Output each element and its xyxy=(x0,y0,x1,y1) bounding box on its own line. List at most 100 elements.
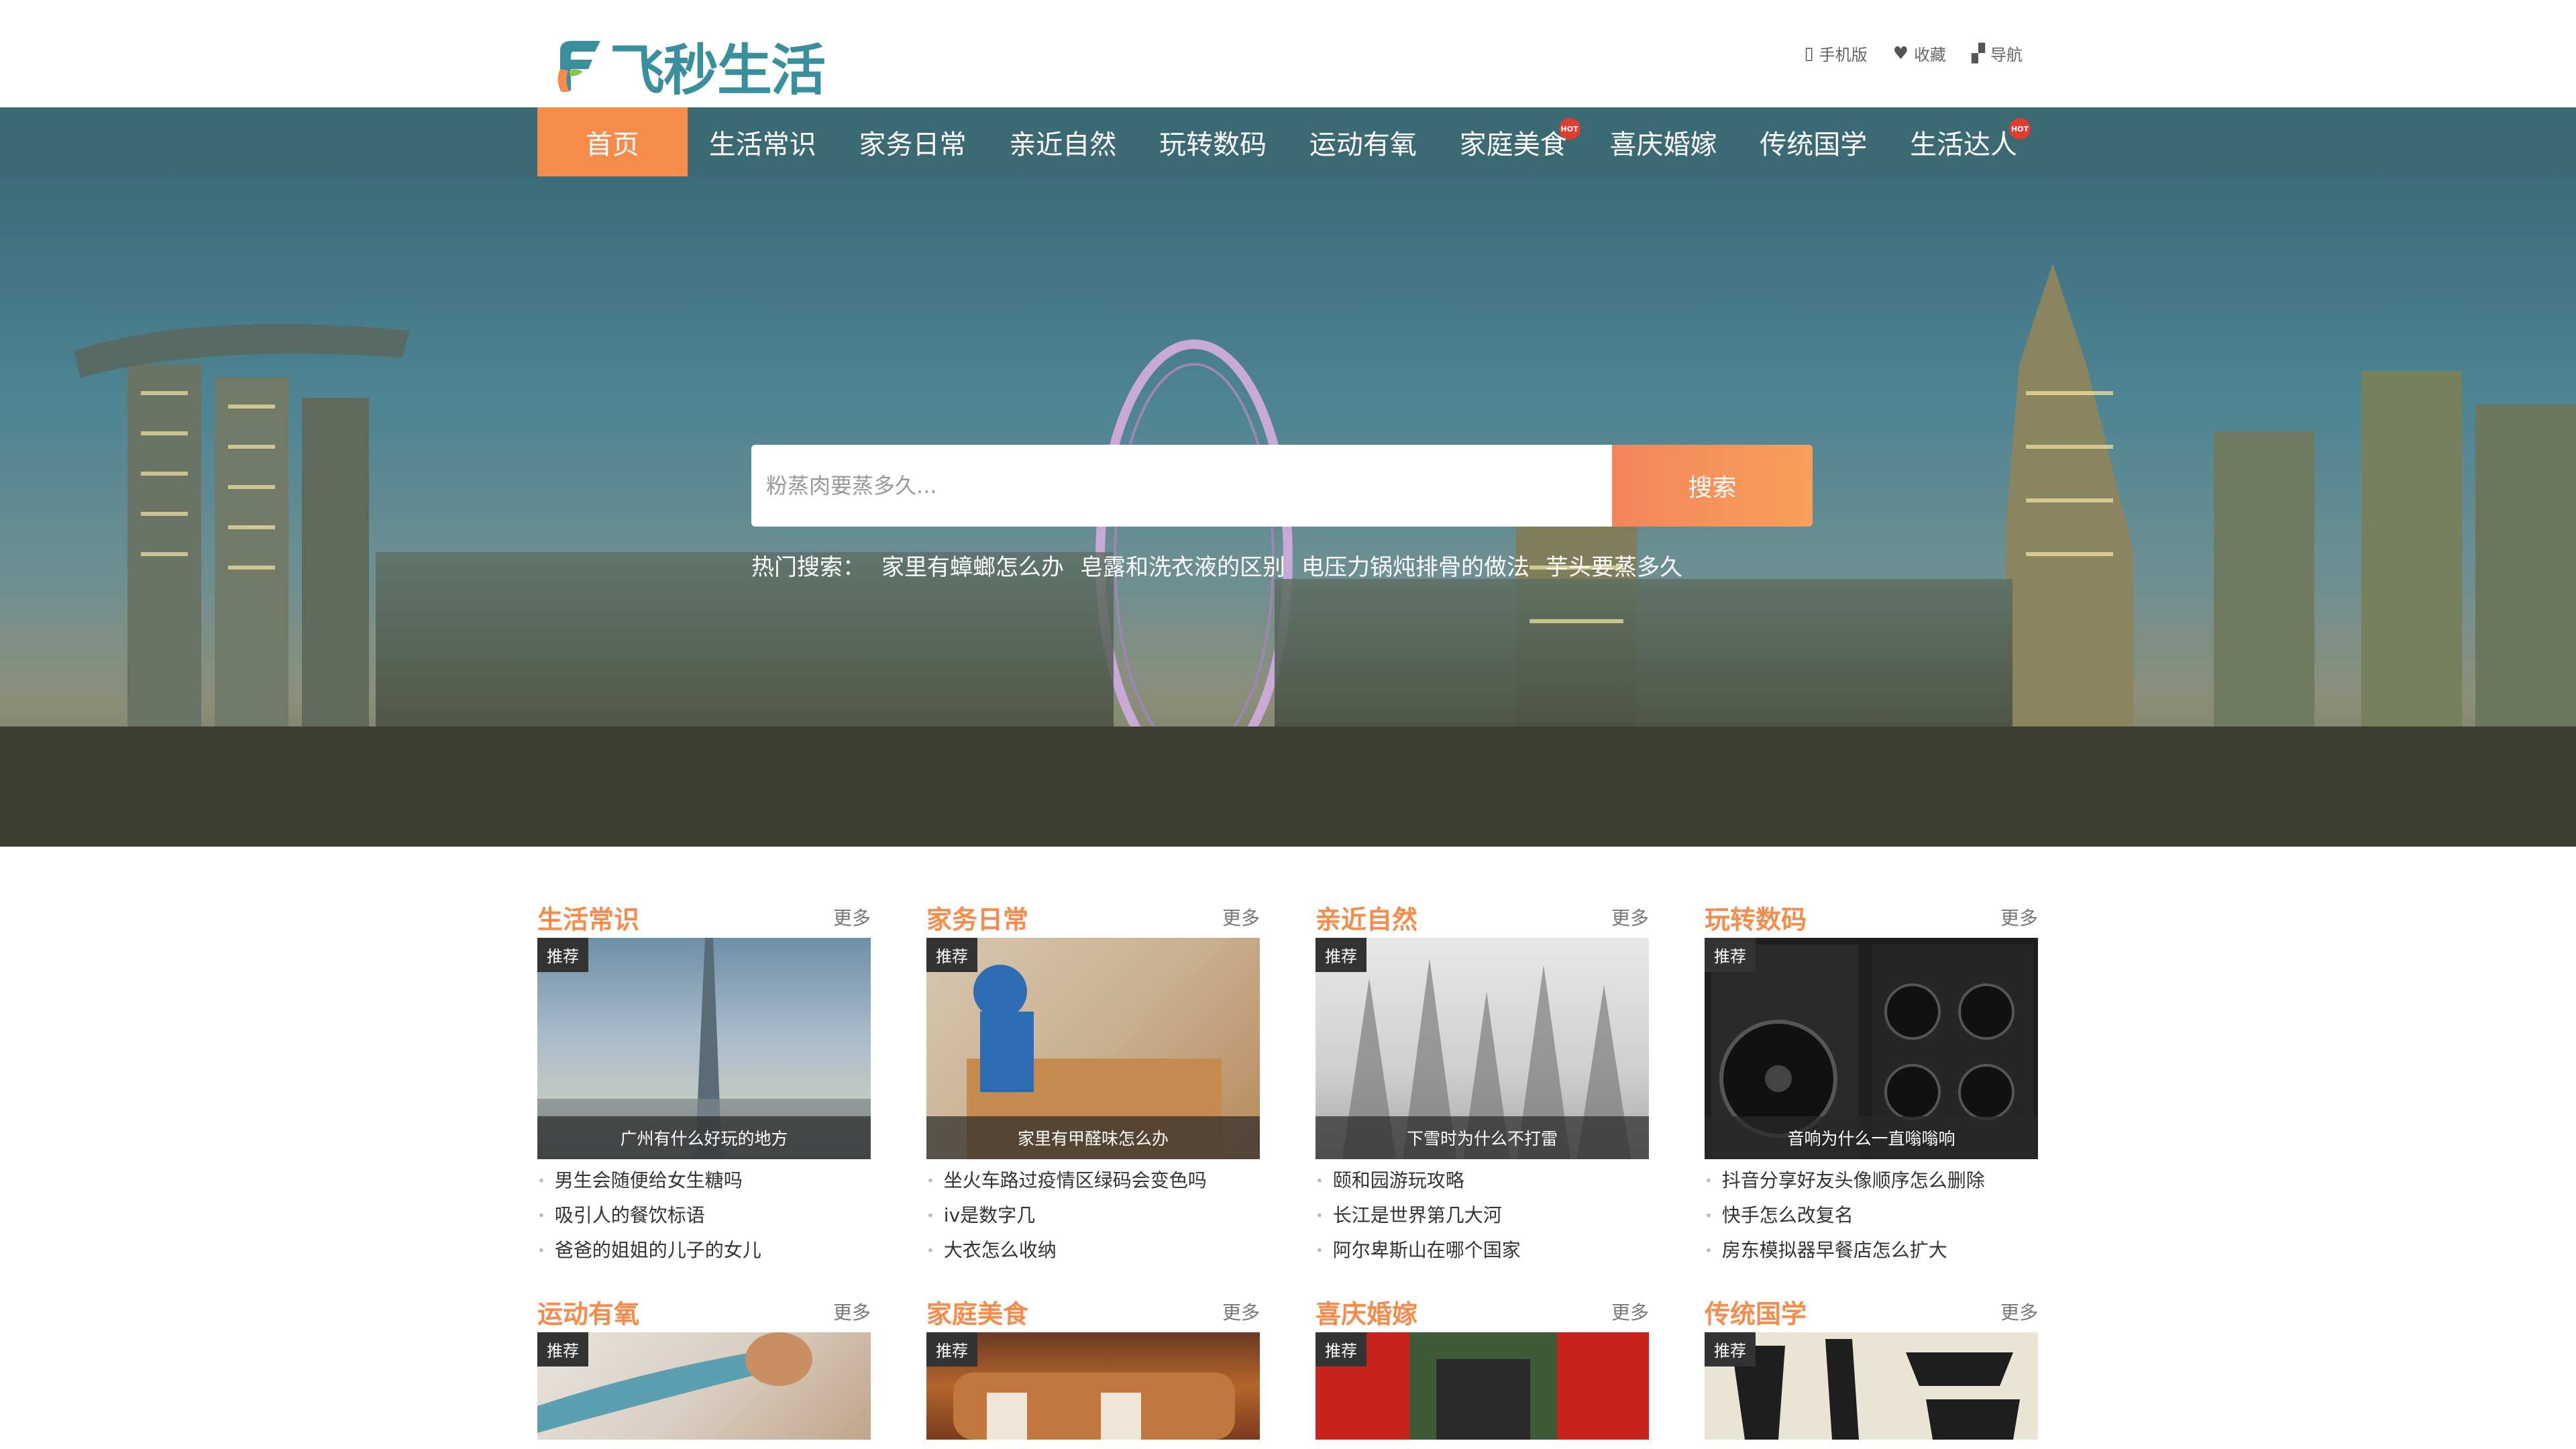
more-link[interactable]: 更多 xyxy=(833,904,871,930)
nav-item-home[interactable]: 首页 xyxy=(537,107,688,176)
list-item-text: 大衣怎么收纳 xyxy=(943,1239,1057,1261)
card-image[interactable]: 推荐 广州有什么好玩的地方 xyxy=(537,938,871,1159)
list-item[interactable]: • 爸爸的姐姐的儿子的女儿 xyxy=(537,1233,871,1268)
nav-item-expert[interactable]: 生活达人 HOT xyxy=(1888,107,2039,176)
list-item[interactable]: • 坐火车路过疫情区绿码会变色吗 xyxy=(926,1163,1260,1198)
list-item-text: 房东模拟器早餐店怎么扩大 xyxy=(1721,1239,1947,1261)
list-item-text: 颐和园游玩攻略 xyxy=(1332,1169,1464,1191)
list-item-text: 抖音分享好友头像顺序怎么删除 xyxy=(1721,1169,1985,1191)
recommend-badge: 推荐 xyxy=(537,1332,588,1366)
more-link[interactable]: 更多 xyxy=(2000,1298,2038,1325)
nav-item-wedding[interactable]: 喜庆婚嫁 xyxy=(1589,107,1739,176)
nav-item-sports[interactable]: 运动有氧 xyxy=(1288,107,1438,176)
card-title[interactable]: 亲近自然 xyxy=(1316,899,1417,936)
list-item[interactable]: • 吸引人的餐饮标语 xyxy=(537,1198,871,1233)
favorite-link[interactable]: ♥ 收藏 xyxy=(1893,42,1946,65)
mobile-icon: ▯ xyxy=(1804,43,1814,64)
search-input[interactable]: 粉蒸肉要蒸多久... xyxy=(751,445,1612,527)
list-item-text: 坐火车路过疫情区绿码会变色吗 xyxy=(943,1169,1207,1191)
hot-search-term[interactable]: 皂露和洗衣液的区别 xyxy=(1080,549,1285,582)
card-image[interactable]: 推荐 音响为什么一直嗡嗡响 xyxy=(1705,938,2038,1159)
list-item[interactable]: • iv是数字几 xyxy=(926,1198,1260,1233)
list-item[interactable]: • 快手怎么改复名 xyxy=(1705,1198,2038,1233)
nav-item-food[interactable]: 家庭美食 HOT xyxy=(1438,107,1589,176)
card-image[interactable]: 推荐 xyxy=(537,1332,871,1440)
recommend-badge: 推荐 xyxy=(1316,938,1366,972)
nav-grid-icon: ▞ xyxy=(1972,43,1985,64)
bullet-icon: • xyxy=(926,1173,934,1189)
article-list: • 抖音分享好友头像顺序怎么删除 • 快手怎么改复名 • 房东模拟器早餐店怎么扩大 xyxy=(1705,1163,2038,1268)
recommend-badge: 推荐 xyxy=(1705,1332,1756,1366)
hot-badge: HOT xyxy=(2008,118,2031,140)
image-caption[interactable]: 音响为什么一直嗡嗡响 xyxy=(1705,1116,2038,1159)
bullet-icon: • xyxy=(926,1242,934,1258)
category-card-food: 家庭美食 更多 推荐 xyxy=(926,1293,1260,1440)
list-item-text: 快手怎么改复名 xyxy=(1721,1204,1854,1226)
category-card-nature: 亲近自然 更多 推荐 下雪时为什么不打雷 • 颐和园游玩攻略 • 长江是世界第几… xyxy=(1316,899,1649,1268)
recommend-badge: 推荐 xyxy=(1705,938,1756,972)
recommend-badge: 推荐 xyxy=(926,1332,977,1366)
nav-label: 家庭美食 xyxy=(1459,129,1567,160)
article-list: • 坐火车路过疫情区绿码会变色吗 • iv是数字几 • 大衣怎么收纳 xyxy=(926,1163,1260,1268)
more-link[interactable]: 更多 xyxy=(833,1298,871,1325)
more-link[interactable]: 更多 xyxy=(2000,904,2038,930)
more-link[interactable]: 更多 xyxy=(1611,1298,1649,1325)
hot-badge: HOT xyxy=(1558,118,1580,140)
category-card-digital: 玩转数码 更多 推荐 音响为什么一直嗡嗡响 • 抖音分享好友头像顺序怎么删除 •… xyxy=(1705,899,2038,1268)
card-image[interactable]: 推荐 xyxy=(1316,1332,1649,1440)
category-card-housework: 家务日常 更多 推荐 家里有甲醛味怎么办 • 坐火车路过疫情区绿码会变色吗 • iv… xyxy=(926,899,1260,1268)
content-area: 生活常识 更多 推荐 广州有什么好玩的地方 • 男生会随便给女生糖吗 • 吸引人的餐… xyxy=(0,847,2576,1440)
heart-icon: ♥ xyxy=(1892,43,1909,64)
image-caption[interactable]: 广州有什么好玩的地方 xyxy=(537,1116,871,1159)
mobile-version-link[interactable]: ▯ 手机版 xyxy=(1804,42,1867,65)
list-item[interactable]: • 颐和园游玩攻略 xyxy=(1316,1163,1649,1198)
nav-label: 运动有氧 xyxy=(1309,129,1417,160)
nav-item-culture[interactable]: 传统国学 xyxy=(1738,107,1888,176)
nav-item-digital[interactable]: 玩转数码 xyxy=(1138,107,1288,176)
nav-item-housework[interactable]: 家务日常 xyxy=(838,107,988,176)
nav-label: 喜庆婚嫁 xyxy=(1609,129,1717,160)
site-logo[interactable]: 飞秒生活 xyxy=(553,25,826,105)
list-item[interactable]: • 大衣怎么收纳 xyxy=(926,1233,1260,1268)
hot-search-term[interactable]: 电压力锅炖排骨的做法 xyxy=(1301,549,1529,582)
hot-search: 热门搜索： 家里有蟑螂怎么办 皂露和洗衣液的区别 电压力锅炖排骨的做法 芋头要蒸… xyxy=(751,549,1682,582)
card-image[interactable]: 推荐 家里有甲醛味怎么办 xyxy=(926,938,1260,1159)
nav-item-life-tips[interactable]: 生活常识 xyxy=(688,107,838,176)
card-title[interactable]: 家庭美食 xyxy=(926,1293,1028,1330)
navigation-link[interactable]: ▞ 导航 xyxy=(1972,42,2023,65)
more-link[interactable]: 更多 xyxy=(1222,904,1260,930)
search-button[interactable]: 搜索 xyxy=(1612,445,1813,527)
category-card-sports: 运动有氧 更多 推荐 xyxy=(537,1293,871,1440)
mobile-version-label: 手机版 xyxy=(1819,46,1868,64)
card-image[interactable]: 推荐 xyxy=(926,1332,1260,1440)
more-link[interactable]: 更多 xyxy=(1222,1298,1260,1325)
card-title[interactable]: 喜庆婚嫁 xyxy=(1316,1293,1417,1330)
list-item[interactable]: • 抖音分享好友头像顺序怎么删除 xyxy=(1705,1163,2038,1198)
more-link[interactable]: 更多 xyxy=(1611,904,1649,930)
image-caption[interactable]: 家里有甲醛味怎么办 xyxy=(926,1116,1260,1159)
list-item[interactable]: • 阿尔卑斯山在哪个国家 xyxy=(1316,1233,1649,1268)
article-list: • 颐和园游玩攻略 • 长江是世界第几大河 • 阿尔卑斯山在哪个国家 xyxy=(1316,1163,1649,1268)
card-image[interactable]: 推荐 下雪时为什么不打雷 xyxy=(1316,938,1649,1159)
top-links: ▯ 手机版 ♥ 收藏 ▞ 导航 xyxy=(1804,42,2023,65)
hot-search-term[interactable]: 家里有蟑螂怎么办 xyxy=(881,549,1064,582)
nav-item-nature[interactable]: 亲近自然 xyxy=(987,107,1138,176)
list-item[interactable]: • 长江是世界第几大河 xyxy=(1316,1198,1649,1233)
card-title[interactable]: 传统国学 xyxy=(1705,1293,1807,1330)
list-item[interactable]: • 男生会随便给女生糖吗 xyxy=(537,1163,871,1198)
nav-label: 亲近自然 xyxy=(1009,129,1117,160)
nav-label: 传统国学 xyxy=(1760,129,1868,160)
list-item[interactable]: • 房东模拟器早餐店怎么扩大 xyxy=(1705,1233,2038,1268)
card-title[interactable]: 家务日常 xyxy=(926,899,1028,936)
image-caption[interactable]: 下雪时为什么不打雷 xyxy=(1316,1116,1649,1159)
hot-search-label: 热门搜索： xyxy=(751,554,865,581)
nav-label: 生活达人 xyxy=(1910,129,2018,160)
category-grid: 生活常识 更多 推荐 广州有什么好玩的地方 • 男生会随便给女生糖吗 • 吸引人的餐… xyxy=(537,899,2039,1440)
bullet-icon: • xyxy=(537,1242,545,1258)
hot-search-term[interactable]: 芋头要蒸多久 xyxy=(1546,549,1682,582)
card-image[interactable]: 推荐 xyxy=(1705,1332,2038,1440)
bullet-icon: • xyxy=(1705,1173,1713,1189)
card-title[interactable]: 运动有氧 xyxy=(537,1293,639,1330)
card-title[interactable]: 玩转数码 xyxy=(1705,899,1807,936)
card-title[interactable]: 生活常识 xyxy=(537,899,639,936)
